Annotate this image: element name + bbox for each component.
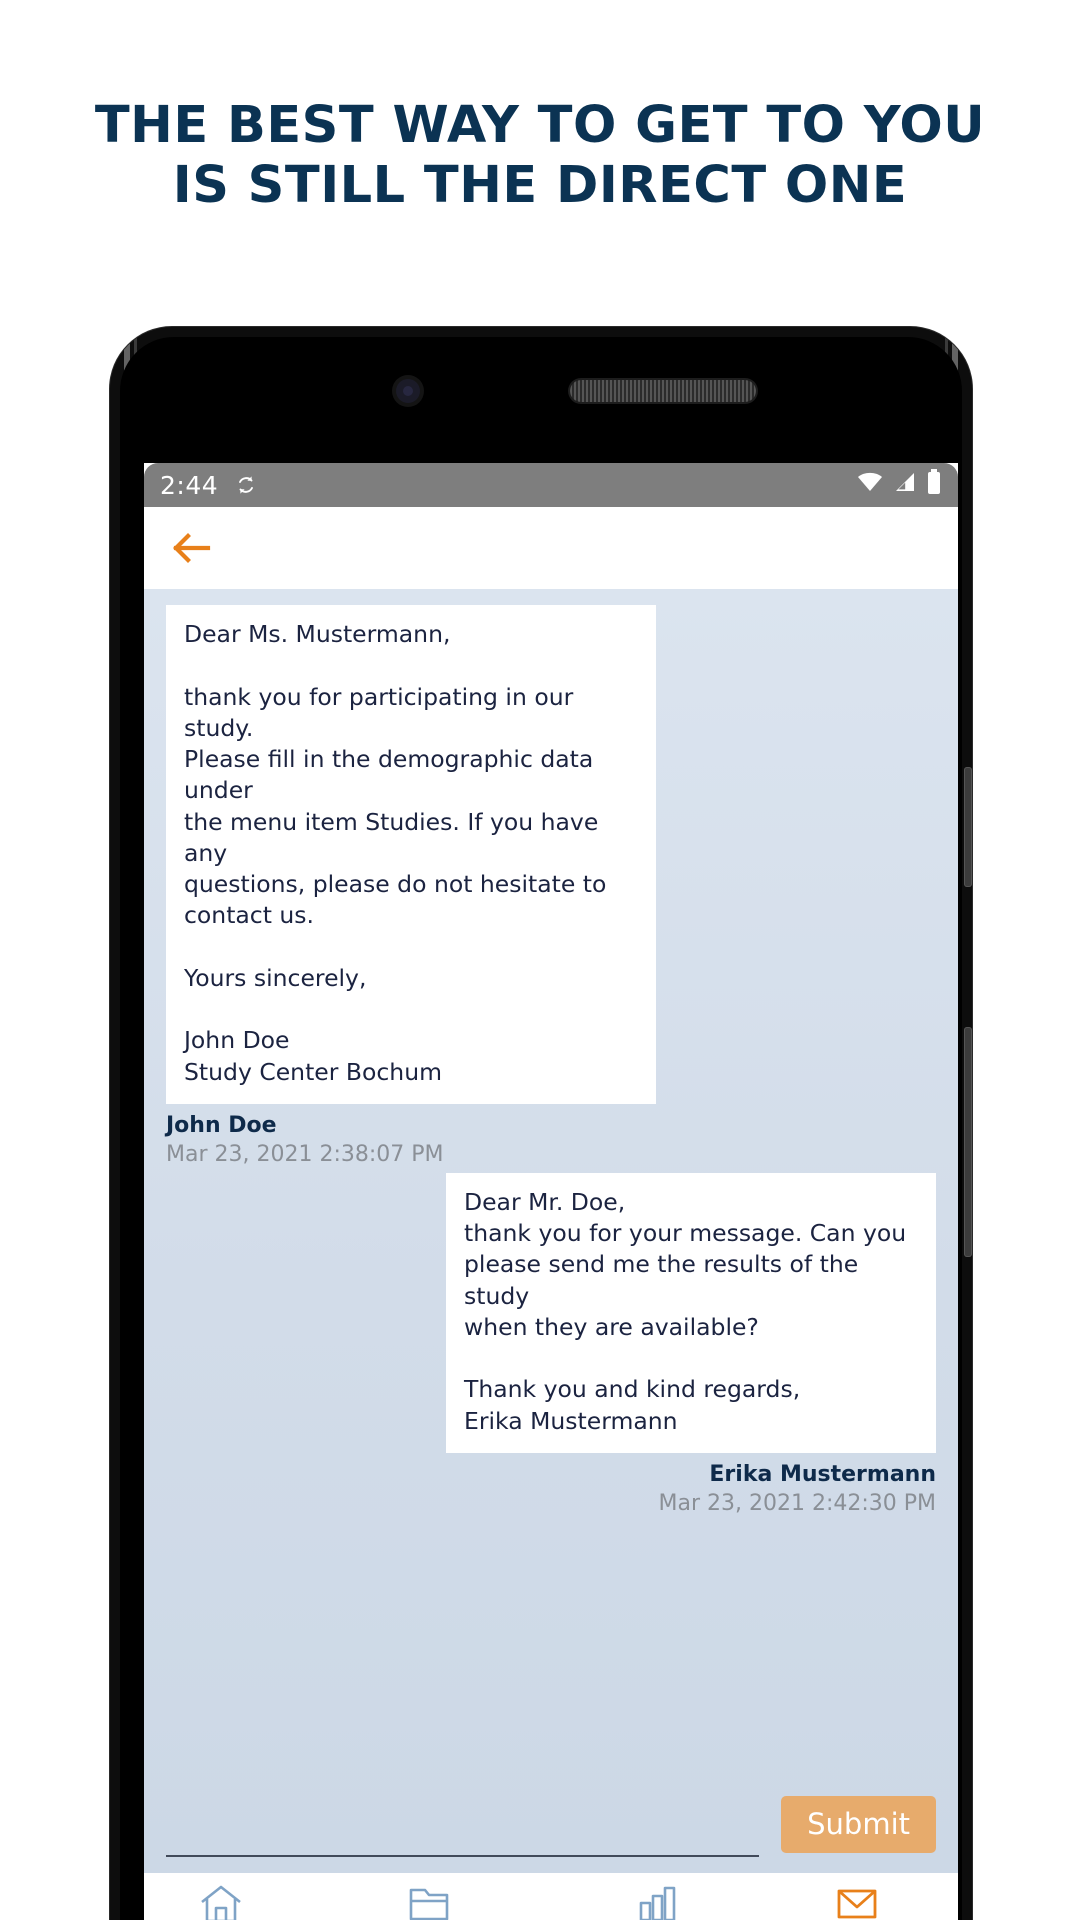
phone-side-button-power[interactable] xyxy=(964,1027,972,1257)
nav-item-patient-record[interactable]: Patient Record xyxy=(338,1883,519,1920)
page-title-line-1: THE BEST WAY TO GET TO YOU xyxy=(94,96,986,155)
home-icon xyxy=(198,1883,244,1920)
reply-input[interactable] xyxy=(166,1803,760,1857)
bar-chart-icon xyxy=(634,1883,680,1920)
battery-icon xyxy=(926,469,942,501)
message-sender: Erika Mustermann xyxy=(709,1461,936,1487)
status-bar: 2:44 xyxy=(144,463,958,507)
phone-bezel: 2:44 Dear Ms. Mustermann, thank you for … xyxy=(120,337,962,1920)
sync-icon xyxy=(234,473,258,497)
folder-icon xyxy=(406,1883,452,1920)
message-list[interactable]: Dear Ms. Mustermann, thank you for parti… xyxy=(144,589,958,1873)
submit-button[interactable]: Submit xyxy=(781,1796,936,1853)
page-title-line-2: IS STILL THE DIRECT ONE xyxy=(172,156,908,216)
nav-item-home[interactable]: Home xyxy=(184,1883,258,1920)
earpiece-speaker-icon xyxy=(570,380,756,402)
back-arrow-icon[interactable] xyxy=(172,531,214,565)
cell-signal-icon xyxy=(893,470,917,500)
front-camera-icon xyxy=(396,379,420,403)
message-timestamp: Mar 23, 2021 2:42:30 PM xyxy=(658,1490,936,1516)
message-item-incoming: Dear Ms. Mustermann, thank you for parti… xyxy=(166,605,936,1167)
page-root: THE BEST WAY TO GET TO YOU IS STILL THE … xyxy=(0,0,1080,1920)
app-header xyxy=(144,507,958,589)
status-bar-clock: 2:44 xyxy=(160,470,219,500)
message-bubble: Dear Ms. Mustermann, thank you for parti… xyxy=(166,605,656,1104)
message-bubble: Dear Mr. Doe, thank you for your message… xyxy=(446,1172,936,1453)
message-composer: Submit xyxy=(144,1761,958,1873)
message-item-outgoing: Dear Mr. Doe, thank you for your message… xyxy=(166,1172,936,1516)
nav-item-research[interactable]: Research xyxy=(600,1883,715,1920)
phone-screen: 2:44 Dear Ms. Mustermann, thank you for … xyxy=(144,463,958,1920)
status-bar-indicators xyxy=(856,469,942,501)
message-timestamp: Mar 23, 2021 2:38:07 PM xyxy=(166,1141,444,1167)
phone-mockup: 2:44 Dear Ms. Mustermann, thank you for … xyxy=(110,327,972,1920)
phone-side-button-volume[interactable] xyxy=(964,767,972,887)
bottom-navigation: Home Patient Record xyxy=(144,1873,958,1920)
wifi-icon xyxy=(856,470,884,500)
page-title: THE BEST WAY TO GET TO YOU IS STILL THE … xyxy=(0,96,1080,216)
envelope-icon xyxy=(834,1883,880,1920)
nav-item-messages[interactable]: Messages xyxy=(795,1883,918,1920)
message-sender: John Doe xyxy=(166,1112,277,1138)
